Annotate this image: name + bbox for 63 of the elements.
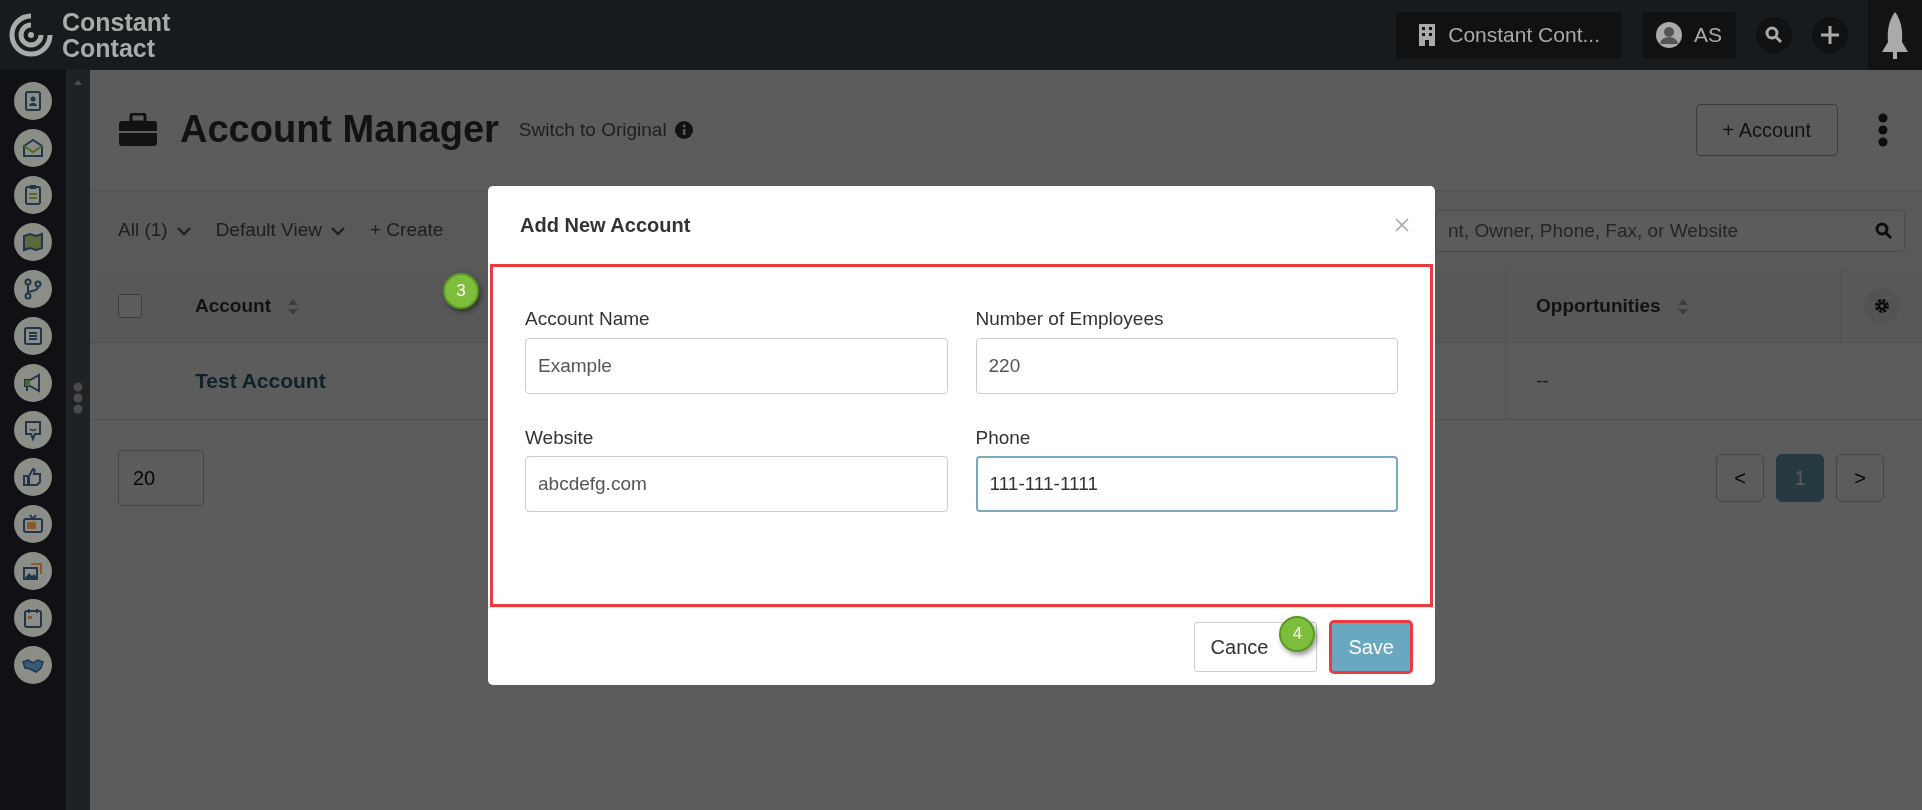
map-nav-button[interactable] [14,223,52,261]
account-switcher[interactable]: Constant Cont... [1396,11,1622,59]
settings-button[interactable] [1863,288,1900,324]
list-nav-button[interactable] [14,317,52,355]
handshake-nav-button[interactable] [14,646,52,684]
tv-nav-button[interactable] [14,505,52,543]
page-title: Account Manager [180,107,499,153]
user-menu[interactable]: AS [1642,11,1736,59]
map-icon [21,230,45,254]
envelope-icon [21,136,45,160]
building-icon [1418,23,1437,47]
calendar-nav-button[interactable] [14,599,52,637]
caret-icon [175,225,192,236]
dialog-title: Add New Account [520,213,691,237]
chat-smile-nav-button[interactable] [14,411,52,449]
table-cell-text: -- [1536,368,1549,393]
caret-icon [329,225,346,236]
switch-link[interactable]: Switch to Original [518,115,667,145]
list-icon [21,324,45,348]
field-label: Phone [975,425,1032,450]
filter-dropdown[interactable]: Default View [215,216,346,245]
field-label: Number of Employees [975,307,1165,331]
field-label: Website [525,425,595,450]
page-size-field[interactable]: 20 [118,450,204,506]
select-all-checkbox[interactable] [118,294,142,318]
plus-icon [1820,25,1840,45]
rocket-icon[interactable] [1880,10,1910,60]
branch-nav-button[interactable] [14,270,52,308]
megaphone-nav-button[interactable] [14,364,52,402]
previous-page-button[interactable]: < [1716,454,1764,502]
search-icon [1765,26,1783,44]
search-icon [1875,221,1893,240]
info-icon[interactable] [674,121,693,139]
save-button[interactable]: Save [1331,621,1411,672]
column-header[interactable]: Opportunities [1536,291,1689,321]
next-page-button[interactable]: > [1836,454,1884,502]
settings-icon [1872,297,1891,315]
step-badge: 4 [1279,615,1316,652]
thumbs-up-nav-button[interactable] [14,458,52,496]
add-account-button[interactable]: + Account [1695,104,1838,156]
briefcase-icon [118,113,158,147]
image-nav-button[interactable] [14,552,52,590]
text-field[interactable]: abcdefg.com [525,456,948,512]
logo-text: Constant Contact [62,9,171,61]
kebab-menu-icon[interactable] [1878,113,1888,147]
column-header[interactable]: Account [195,291,299,321]
text-field[interactable]: Example [525,337,948,394]
contacts-nav-button[interactable] [14,82,52,120]
text-field[interactable]: 111-111-1111 [975,456,1398,512]
logo-icon [8,12,54,58]
avatar-icon [1656,22,1682,48]
calendar-icon [21,606,45,630]
add-button[interactable] [1812,17,1848,53]
field-label: Account Name [525,307,651,331]
text-field[interactable]: 220 [975,337,1398,394]
envelope-nav-button[interactable] [14,129,52,167]
drag-handle-icon[interactable] [73,382,83,414]
filter-dropdown[interactable]: All (1) [118,216,192,245]
clipboard-nav-button[interactable] [14,176,52,214]
search-button[interactable] [1756,17,1792,53]
filter-dropdown[interactable]: + Create [369,216,444,245]
account-link[interactable]: Test Account [195,369,326,393]
tv-icon [21,512,45,536]
